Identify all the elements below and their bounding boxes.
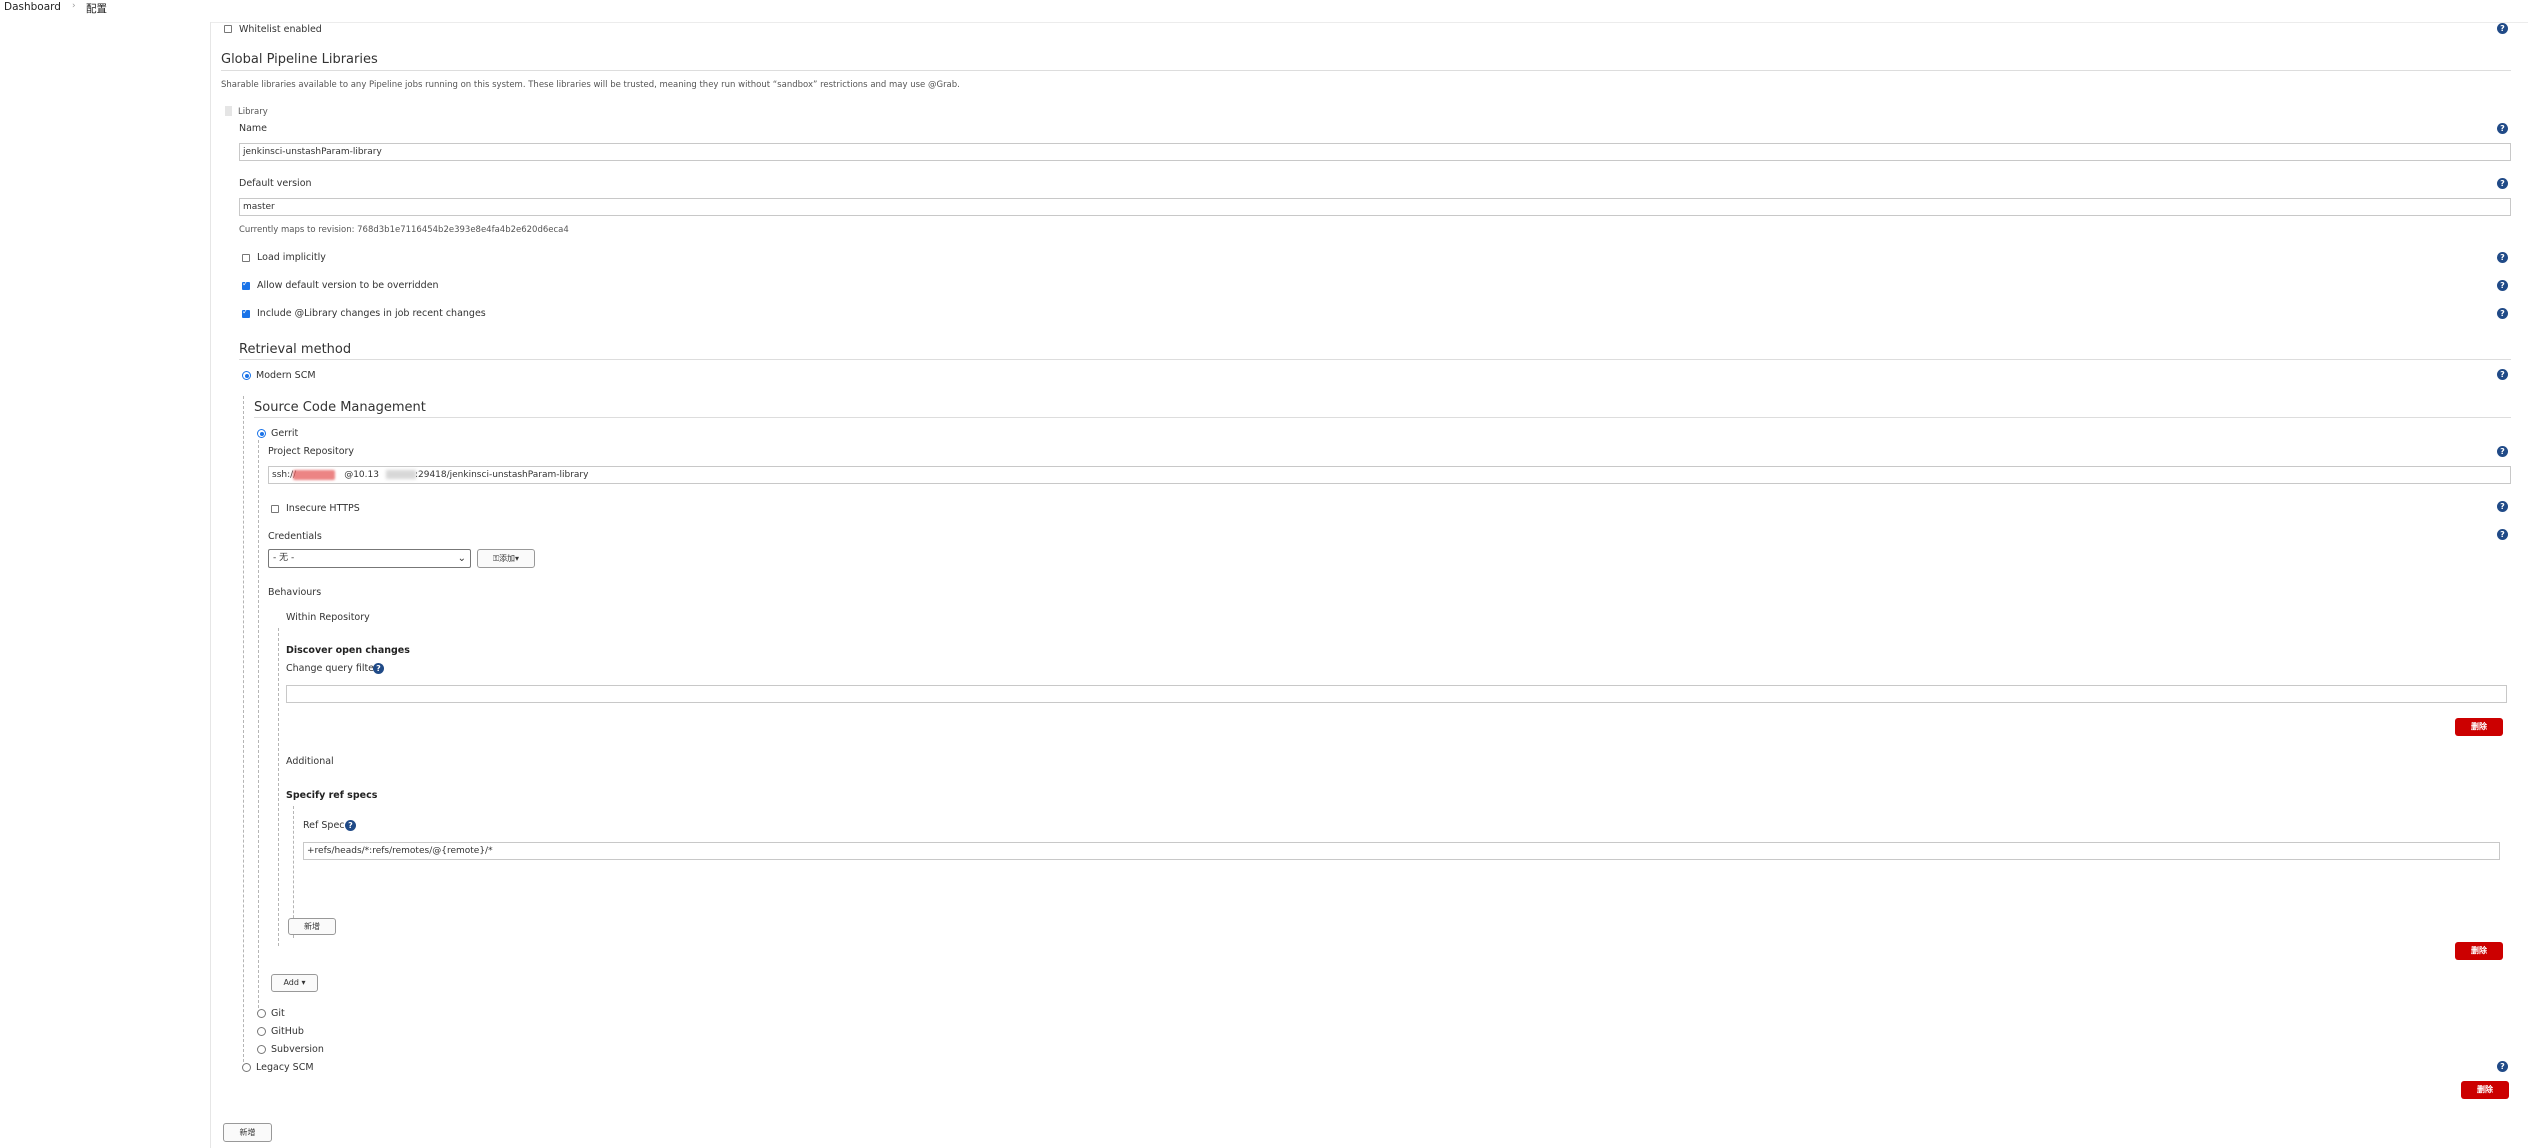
section-divider [221,70,2511,71]
caret-down-icon: ▾ [301,978,306,987]
within-repository-label: Within Repository [286,612,370,623]
section-title-scm: Source Code Management [254,400,426,415]
section-divider [254,417,2511,418]
redaction-blur [386,470,416,479]
legacy-scm-label: Legacy SCM [256,1062,314,1073]
credentials-selected-value: - 无 - [273,553,295,563]
global-libraries-description: Sharable libraries available to any Pipe… [221,80,960,90]
sidebar [0,22,211,1148]
help-icon[interactable]: ? [2497,252,2508,263]
breadcrumb-dashboard[interactable]: Dashboard [4,1,61,13]
add-credentials-label: 添加 [499,554,516,563]
ref-spec-input[interactable]: +refs/heads/*:refs/remotes/@{remote}/* [303,842,2500,860]
change-query-filter-label: Change query filter [286,663,378,674]
allow-override-label: Allow default version to be overridden [257,280,439,291]
help-icon[interactable]: ? [345,820,356,831]
help-icon[interactable]: ? [2497,1061,2508,1072]
git-label: Git [271,1008,285,1019]
project-repository-input[interactable]: ssh://@10.13:29418/jenkinsci-unstashPara… [268,466,2511,484]
github-radio[interactable] [257,1027,266,1036]
credentials-select[interactable]: - 无 - ⌄ [268,549,471,568]
delete-additional-button[interactable]: 删除 [2455,942,2503,960]
breadcrumb-bar: Dashboard › 配置 [0,0,2528,23]
include-changes-checkbox[interactable] [242,307,250,318]
behaviours-label: Behaviours [268,587,322,598]
help-icon[interactable]: ? [2497,23,2508,34]
redaction-mark [293,470,335,480]
delete-library-button[interactable]: 删除 [2461,1081,2509,1099]
section-title-global-libraries: Global Pipeline Libraries [221,52,378,67]
load-implicitly-checkbox[interactable] [242,254,250,262]
whitelist-label: Whitelist enabled [239,24,322,35]
name-label: Name [239,123,268,134]
help-icon[interactable]: ? [2497,369,2508,380]
help-icon[interactable]: ? [2497,280,2508,291]
help-icon[interactable]: ? [2497,529,2508,540]
default-version-input[interactable]: master [239,198,2511,216]
project-repository-label: Project Repository [268,446,355,457]
subversion-label: Subversion [271,1044,324,1055]
load-implicitly-label: Load implicitly [257,252,326,263]
library-label: Library [238,107,268,117]
change-query-filter-input[interactable] [286,685,2507,703]
help-icon[interactable]: ? [2497,446,2508,457]
modern-scm-label: Modern SCM [256,370,316,381]
insecure-https-checkbox[interactable] [271,505,279,513]
git-radio[interactable] [257,1009,266,1018]
nested-section-line [278,628,279,946]
allow-override-checkbox[interactable] [242,279,250,290]
subversion-radio[interactable] [257,1045,266,1054]
help-icon[interactable]: ? [2497,178,2508,189]
github-label: GitHub [271,1026,304,1037]
caret-down-icon: ▾ [515,554,520,563]
whitelist-checkbox[interactable] [224,25,232,33]
add-refspec-button[interactable]: 新增 [288,918,336,935]
revision-text: Currently maps to revision: 768d3b1e7116… [239,225,569,235]
add-credentials-button[interactable]: ⚿添加▾ [477,549,535,568]
chevron-down-icon: ⌄ [457,553,466,564]
default-version-label: Default version [239,178,312,189]
breadcrumb-current[interactable]: 配置 [86,1,107,16]
include-changes-label: Include @Library changes in job recent c… [257,308,486,319]
ref-spec-label: Ref Spec [303,820,345,831]
section-divider [239,359,2511,360]
discover-open-changes-title: Discover open changes [286,645,410,656]
add-library-button[interactable]: 新增 [223,1123,272,1142]
section-title-retrieval: Retrieval method [239,342,352,357]
modern-scm-radio[interactable] [242,371,251,380]
add-behaviour-label: Add [283,978,299,987]
legacy-scm-radio[interactable] [242,1063,251,1072]
insecure-https-label: Insecure HTTPS [286,503,360,514]
help-icon[interactable]: ? [2497,123,2508,134]
add-behaviour-button[interactable]: Add ▾ [271,974,318,992]
repo-path: :29418/jenkinsci-unstashParam-library [414,470,589,480]
nested-section-line [258,440,259,1008]
help-icon[interactable]: ? [2497,501,2508,512]
library-name-input[interactable]: jenkinsci-unstashParam-library [239,143,2511,161]
help-icon[interactable]: ? [373,663,384,674]
delete-discover-button[interactable]: 删除 [2455,718,2503,736]
help-icon[interactable]: ? [2497,308,2508,319]
drag-handle-icon[interactable] [225,106,232,116]
gerrit-label: Gerrit [271,428,299,439]
breadcrumb-separator: › [72,1,76,11]
additional-label: Additional [286,756,334,767]
nested-section-line [243,396,244,1062]
specify-ref-specs-title: Specify ref specs [286,790,378,801]
gerrit-radio[interactable] [257,429,266,438]
repo-host: @10.13 [344,470,379,480]
credentials-label: Credentials [268,531,322,542]
